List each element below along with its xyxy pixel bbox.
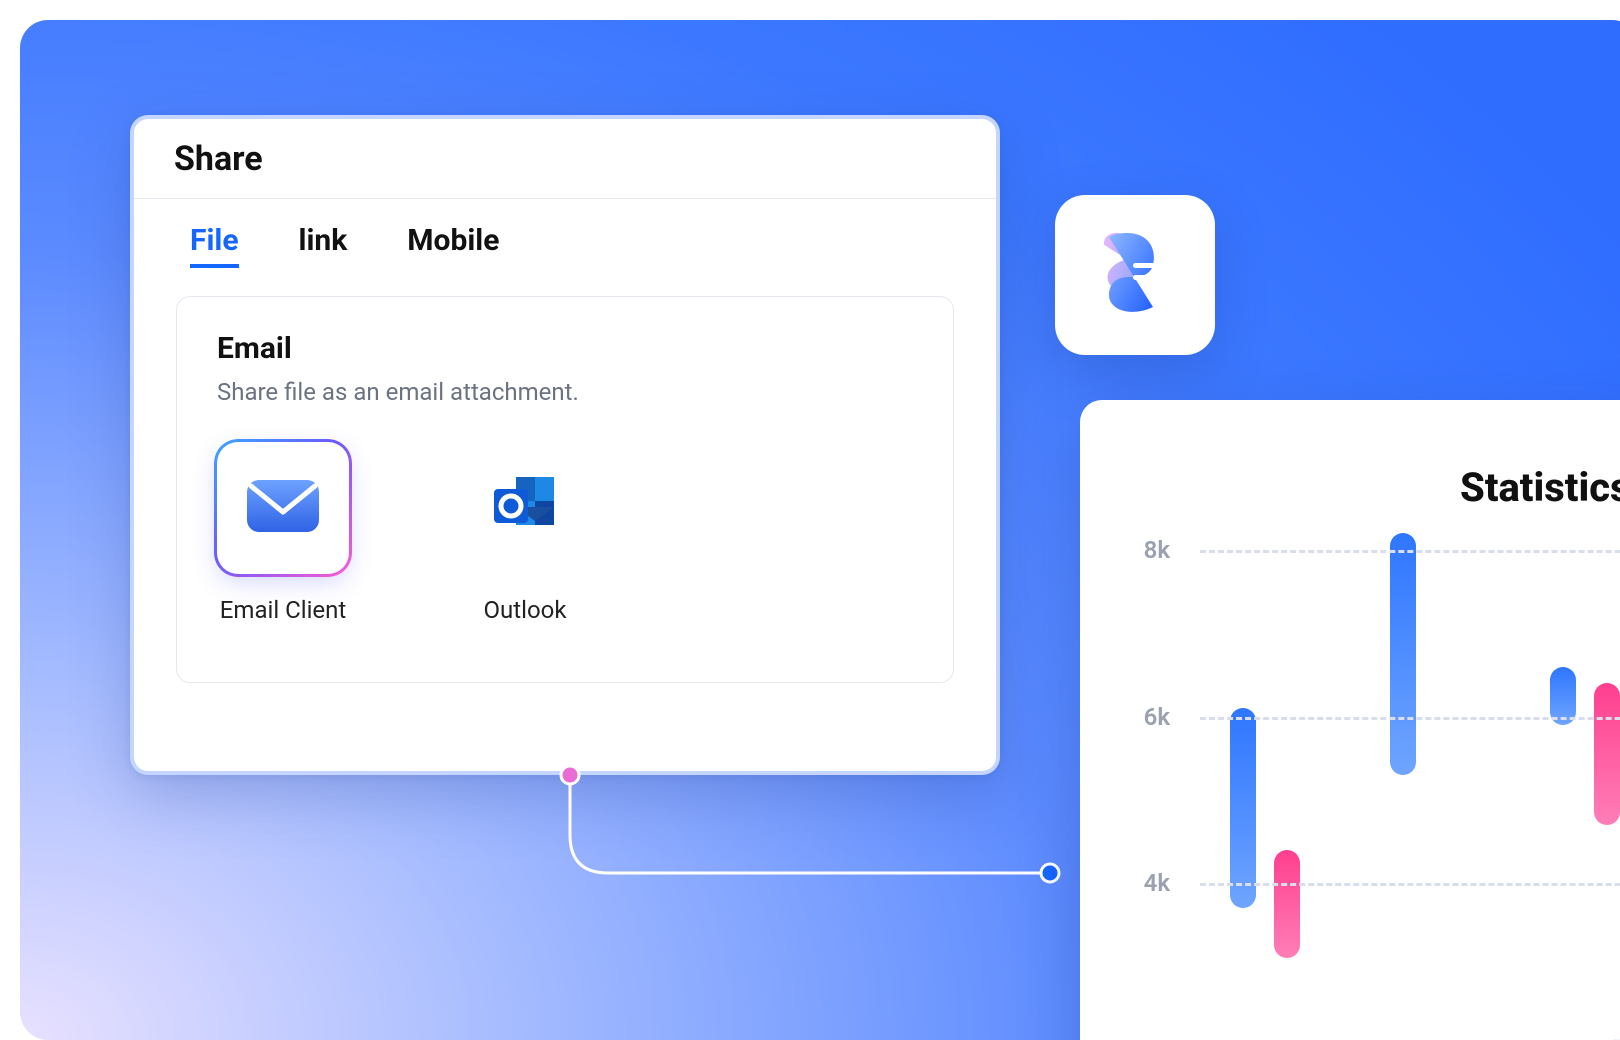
chart-bar-group [1390, 550, 1480, 1040]
statistics-title: Statistics [1460, 464, 1620, 511]
chart-bar [1594, 683, 1620, 825]
share-dialog: Share File link Mobile Email Share file … [130, 115, 1000, 775]
promo-stage: Share File link Mobile Email Share file … [20, 20, 1620, 1040]
share-option-outlook[interactable]: Outlook [459, 442, 591, 624]
outlook-icon-tile [459, 442, 591, 574]
app-badge [1055, 195, 1215, 355]
statistics-card: Statistics 8k 6k 4k 2k [1080, 400, 1620, 1040]
connector-line [560, 765, 1060, 905]
chart-bar [1230, 708, 1256, 908]
chart-bar-group [1550, 550, 1620, 1040]
chart-bar [1274, 850, 1300, 958]
envelope-icon [241, 464, 325, 552]
share-email-options: Email Client [217, 442, 913, 624]
chart-y-tick: 8k [1110, 536, 1170, 564]
share-option-email-client[interactable]: Email Client [217, 442, 349, 624]
chart-bar [1390, 533, 1416, 775]
chart-bar-group [1230, 550, 1320, 1040]
email-client-icon-tile [217, 442, 349, 574]
chart-y-axis: 8k6k4k2k [1110, 550, 1180, 1040]
tab-file[interactable]: File [190, 223, 239, 268]
chart-y-tick: 6k [1110, 703, 1170, 731]
statistics-chart: 8k6k4k2k [1110, 550, 1620, 1040]
outlook-icon [486, 467, 564, 549]
chart-y-tick: 2k [1110, 1036, 1170, 1040]
chart-y-tick: 4k [1110, 869, 1170, 897]
chart-gridline [1200, 717, 1620, 720]
app-logo-icon [1083, 221, 1187, 329]
tab-link[interactable]: link [299, 223, 348, 268]
share-option-label: Outlook [484, 596, 567, 624]
share-tabs: File link Mobile [134, 199, 996, 268]
chart-plot-area [1200, 550, 1620, 1040]
share-email-section: Email Share file as an email attachment. [176, 296, 954, 683]
share-dialog-header: Share [134, 119, 996, 199]
share-dialog-title: Share [174, 139, 263, 179]
chart-gridline [1200, 550, 1620, 553]
share-email-description: Share file as an email attachment. [217, 378, 913, 406]
share-option-label: Email Client [220, 596, 347, 624]
chart-gridline [1200, 883, 1620, 886]
tab-mobile[interactable]: Mobile [407, 223, 499, 268]
share-email-title: Email [217, 331, 913, 366]
